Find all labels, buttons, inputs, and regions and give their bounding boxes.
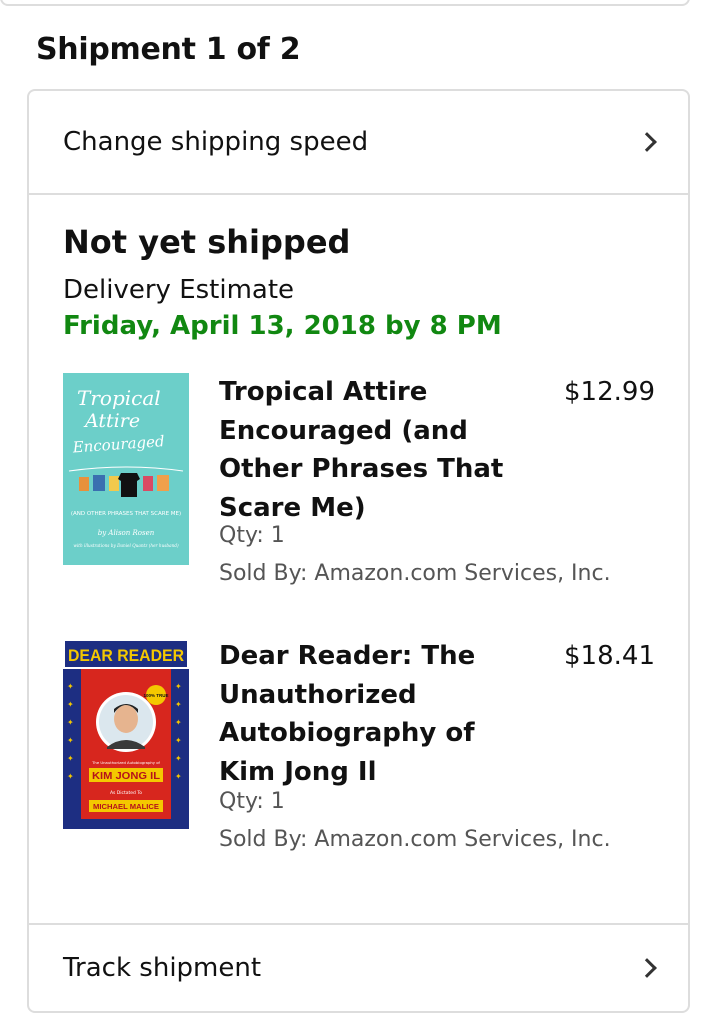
chevron-right-icon bbox=[637, 132, 657, 152]
svg-text:✦: ✦ bbox=[175, 718, 182, 727]
cover-author: MICHAEL MALICE bbox=[93, 802, 159, 811]
chevron-right-icon bbox=[637, 958, 657, 978]
svg-text:✦: ✦ bbox=[175, 682, 182, 691]
svg-text:✦: ✦ bbox=[67, 700, 74, 709]
change-shipping-speed-row[interactable]: Change shipping speed bbox=[29, 91, 688, 195]
cover-as-dictated: As Dictated To bbox=[110, 790, 142, 796]
cover-banner: DEAR READER bbox=[68, 646, 184, 665]
cover-author: by Alison Rosen bbox=[98, 529, 155, 537]
shipment-status-title: Not yet shipped bbox=[63, 223, 351, 261]
cover-illustrator: with illustrations by Daniel Quantz (her… bbox=[73, 543, 179, 548]
track-shipment-label: Track shipment bbox=[63, 953, 262, 983]
book-cover-image[interactable]: Tropical Attire Encouraged (AND OTHER PH… bbox=[63, 373, 189, 565]
item-title-link[interactable]: Dear Reader: The Unauthorized Autobiogra… bbox=[219, 637, 519, 791]
shipment-heading: Shipment 1 of 2 bbox=[36, 32, 301, 67]
shipment-card: Change shipping speed Not yet shipped De… bbox=[27, 89, 690, 1013]
delivery-estimate-date: Friday, April 13, 2018 by 8 PM bbox=[63, 311, 502, 341]
book-cover-image[interactable]: DEAR READER 100% TRUE The Unauthorized A… bbox=[63, 637, 189, 829]
cover-title-line2: Attire bbox=[83, 410, 140, 432]
item-seller: Sold By: Amazon.com Services, Inc. bbox=[219, 561, 611, 586]
cover-subtitle: The Unauthorized Autobiography of bbox=[91, 760, 160, 765]
cover-title-line1: Tropical bbox=[77, 386, 161, 410]
cover-badge: 100% TRUE bbox=[143, 693, 168, 698]
svg-text:✦: ✦ bbox=[67, 754, 74, 763]
svg-text:✦: ✦ bbox=[175, 700, 182, 709]
svg-text:✦: ✦ bbox=[67, 718, 74, 727]
item-title-link[interactable]: Tropical Attire Encouraged (and Other Ph… bbox=[219, 373, 519, 527]
item-price: $18.41 bbox=[564, 641, 655, 671]
delivery-estimate-label: Delivery Estimate bbox=[63, 275, 295, 305]
cover-name: KIM JONG IL bbox=[92, 771, 160, 782]
svg-text:✦: ✦ bbox=[67, 682, 74, 691]
item-quantity: Qty: 1 bbox=[219, 789, 285, 814]
item-price: $12.99 bbox=[564, 377, 655, 407]
item-quantity: Qty: 1 bbox=[219, 523, 285, 548]
svg-text:✦: ✦ bbox=[67, 736, 74, 745]
track-shipment-row[interactable]: Track shipment bbox=[29, 923, 688, 1011]
previous-card-edge bbox=[0, 0, 690, 6]
cover-subtitle: (AND OTHER PHRASES THAT SCARE ME) bbox=[71, 511, 181, 517]
svg-text:✦: ✦ bbox=[175, 772, 182, 781]
svg-text:✦: ✦ bbox=[67, 772, 74, 781]
svg-text:✦: ✦ bbox=[175, 736, 182, 745]
change-shipping-speed-label: Change shipping speed bbox=[63, 127, 369, 157]
svg-text:✦: ✦ bbox=[175, 754, 182, 763]
item-seller: Sold By: Amazon.com Services, Inc. bbox=[219, 827, 611, 852]
